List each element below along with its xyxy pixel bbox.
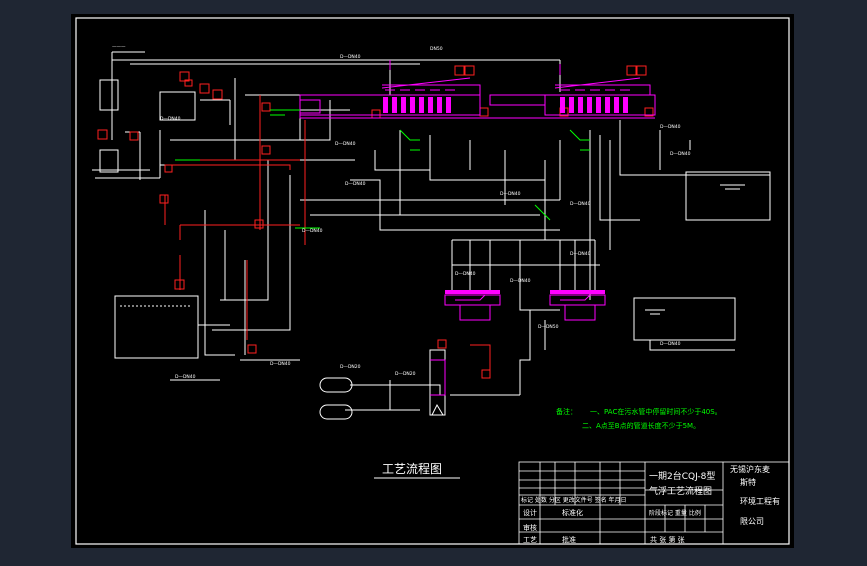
sheet-info: 共 张 第 张 <box>650 535 685 544</box>
cad-viewer: ——— D—DN40 DN50 D—DN40 D—DN40 D—DN40 D—D… <box>0 0 867 562</box>
svg-text:D—DN40: D—DN40 <box>570 201 591 207</box>
stage-labels: 阶段标记 重量 比例 <box>649 509 701 517</box>
note-2: 二、A点至B点的管道长度不少于5M。 <box>582 421 700 430</box>
svg-text:DN50: DN50 <box>430 46 443 52</box>
company-line2: 斯特 <box>740 477 756 487</box>
svg-text:D—DN40: D—DN40 <box>570 251 591 257</box>
svg-text:D—DN50: D—DN50 <box>538 324 559 330</box>
company-line4: 限公司 <box>740 517 764 526</box>
drawing-name-line1: 一期2台CQJ-8型 <box>649 470 715 482</box>
drawing-title: 工艺流程图 <box>382 461 442 476</box>
svg-text:D—DN40: D—DN40 <box>660 341 681 347</box>
svg-text:D—DN40: D—DN40 <box>270 361 291 367</box>
svg-text:———: ——— <box>112 45 126 50</box>
company-line1: 无锡沪东麦 <box>730 464 770 474</box>
svg-text:D—DN40: D—DN40 <box>345 181 366 187</box>
drawing-canvas[interactable]: ——— D—DN40 DN50 D—DN40 D—DN40 D—DN40 D—D… <box>0 0 867 562</box>
company-line3: 环境工程有 <box>740 496 780 506</box>
svg-text:D—DN20: D—DN20 <box>340 364 361 370</box>
design-row: 设计 <box>523 508 537 517</box>
note-1: 一、PAC在污水管中停留时间不少于40S。 <box>590 407 722 416</box>
svg-text:D—DN40: D—DN40 <box>340 54 361 60</box>
standardize: 标准化 <box>562 508 583 517</box>
svg-text:D—DN40: D—DN40 <box>302 228 323 234</box>
svg-text:D—DN20: D—DN20 <box>395 371 416 377</box>
process: 工艺 <box>523 536 537 544</box>
svg-text:D—DN40: D—DN40 <box>160 116 181 122</box>
drawing-name-line2: 气浮工艺流程图 <box>649 485 712 497</box>
svg-text:D—DN40: D—DN40 <box>335 141 356 147</box>
svg-text:D—DN40: D—DN40 <box>660 124 681 130</box>
notes-label: 备注： <box>556 407 577 416</box>
svg-text:D—DN40: D—DN40 <box>500 191 521 197</box>
revision-header: 标记 处数 分区 更改文件号 签名 年月日 <box>521 496 627 504</box>
svg-text:D—DN40: D—DN40 <box>670 151 691 157</box>
svg-text:D—DN40: D—DN40 <box>455 271 476 277</box>
svg-text:D—DN40: D—DN40 <box>175 374 196 380</box>
svg-text:D—DN40: D—DN40 <box>510 278 531 284</box>
approve: 批准 <box>562 535 576 544</box>
review: 审核 <box>523 523 537 532</box>
